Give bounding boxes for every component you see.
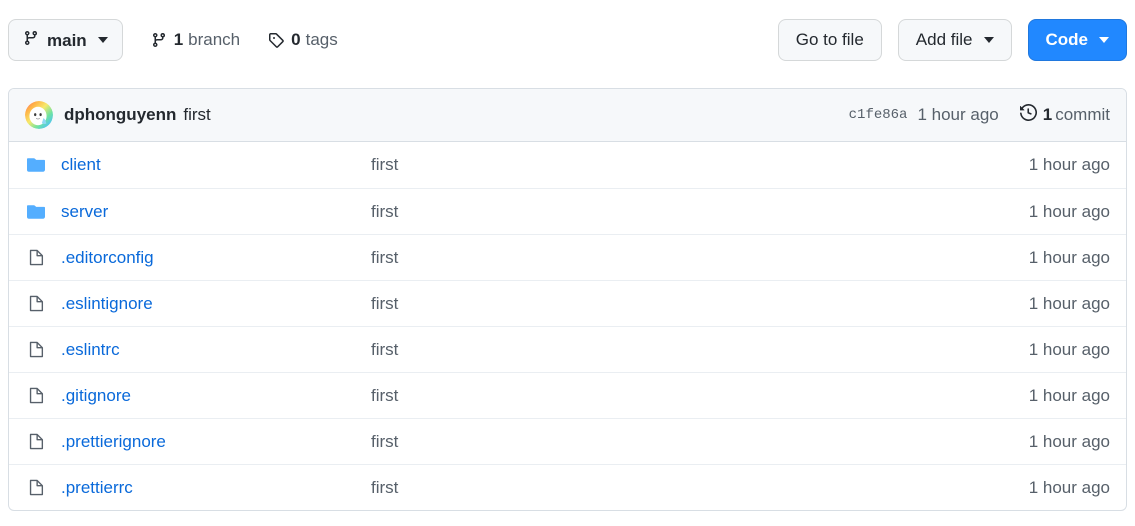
file-commit-time: 1 hour ago	[1028, 201, 1110, 221]
file-icon	[25, 294, 47, 313]
history-clock-icon	[1019, 103, 1037, 126]
commit-message[interactable]: first	[183, 105, 210, 125]
file-name-link[interactable]: client	[61, 155, 371, 175]
file-commit-message[interactable]: first	[371, 340, 960, 360]
table-row[interactable]: .prettierrc first 1 hour ago	[9, 464, 1126, 510]
table-row[interactable]: client first 1 hour ago	[9, 142, 1126, 188]
table-row[interactable]: .eslintrc first 1 hour ago	[9, 326, 1126, 372]
file-name-link[interactable]: .eslintignore	[61, 294, 371, 314]
file-name-link[interactable]: .prettierignore	[61, 432, 371, 452]
folder-icon	[25, 203, 47, 221]
go-to-file-button[interactable]: Go to file	[777, 19, 882, 61]
tag-count-link[interactable]: 0 tags	[268, 30, 338, 50]
file-icon	[25, 432, 47, 451]
branch-count: 1	[173, 30, 184, 49]
branch-count-link[interactable]: 1 branch	[151, 30, 240, 50]
file-icon	[25, 340, 47, 359]
file-commit-time: 1 hour ago	[1028, 431, 1110, 451]
commit-author[interactable]: dphonguyenn	[64, 105, 176, 125]
table-row[interactable]: .editorconfig first 1 hour ago	[9, 234, 1126, 280]
tag-icon	[268, 32, 284, 48]
file-commit-message[interactable]: first	[371, 294, 960, 314]
file-commit-message[interactable]: first	[371, 478, 960, 498]
table-row[interactable]: server first 1 hour ago	[9, 188, 1126, 234]
repo-file-browser: main 1 branch 0 tags Go to file Add file…	[0, 0, 1135, 526]
file-name-link[interactable]: .eslintrc	[61, 340, 371, 360]
git-branch-icon	[151, 32, 167, 48]
file-commit-time: 1 hour ago	[1028, 155, 1110, 174]
file-commit-message[interactable]: first	[371, 202, 960, 222]
file-commit-time: 1 hour ago	[1028, 247, 1110, 267]
repo-toolbar: main 1 branch 0 tags Go to file Add file…	[0, 0, 1135, 80]
folder-icon	[25, 156, 47, 174]
file-icon	[25, 478, 47, 497]
tag-count: 0	[291, 30, 301, 49]
add-file-button[interactable]: Add file	[897, 19, 1012, 61]
file-icon	[25, 248, 47, 267]
branch-selector-button[interactable]: main	[8, 19, 123, 61]
avatar[interactable]	[25, 101, 53, 129]
commit-meta: c1fe86a 1 hour ago 1 commit	[849, 103, 1110, 126]
file-icon	[25, 386, 47, 405]
commit-count: 1	[1042, 105, 1053, 124]
file-commit-time: 1 hour ago	[1028, 293, 1110, 313]
go-to-file-label: Go to file	[795, 30, 864, 49]
commit-count-link[interactable]: 1 commit	[1019, 103, 1110, 126]
code-label: Code	[1045, 30, 1089, 49]
chevron-down-icon	[97, 37, 108, 43]
file-commit-message[interactable]: first	[371, 432, 960, 452]
file-commit-message[interactable]: first	[371, 155, 960, 175]
file-commit-time: 1 hour ago	[1028, 339, 1110, 359]
code-button[interactable]: Code	[1027, 19, 1127, 61]
file-name-link[interactable]: .gitignore	[61, 386, 371, 406]
file-name-link[interactable]: .editorconfig	[61, 248, 371, 268]
add-file-label: Add file	[915, 30, 973, 49]
chevron-down-icon	[1099, 37, 1109, 43]
file-row-list: client first 1 hour ago server first 1 hour a…	[9, 142, 1126, 510]
commit-sha[interactable]: c1fe86a	[849, 107, 908, 123]
file-name-link[interactable]: server	[61, 202, 371, 222]
commit-time: 1 hour ago	[917, 105, 999, 124]
latest-commit-header: dphonguyenn first c1fe86a 1 hour ago 1 c…	[9, 89, 1126, 142]
file-commit-message[interactable]: first	[371, 248, 960, 268]
tag-word-label: tags	[305, 30, 338, 49]
chevron-down-icon	[983, 37, 994, 43]
file-commit-time: 1 hour ago	[1028, 477, 1110, 497]
commit-count-word: commit	[1055, 105, 1110, 124]
branch-name-label: main	[47, 30, 87, 50]
file-table: dphonguyenn first c1fe86a 1 hour ago 1 c…	[8, 88, 1127, 511]
table-row[interactable]: .gitignore first 1 hour ago	[9, 372, 1126, 418]
table-row[interactable]: .prettierignore first 1 hour ago	[9, 418, 1126, 464]
file-commit-message[interactable]: first	[371, 386, 960, 406]
table-row[interactable]: .eslintignore first 1 hour ago	[9, 280, 1126, 326]
file-name-link[interactable]: .prettierrc	[61, 478, 371, 498]
file-commit-time: 1 hour ago	[1028, 385, 1110, 405]
git-branch-icon	[23, 30, 39, 51]
branch-word-label: branch	[188, 30, 241, 49]
